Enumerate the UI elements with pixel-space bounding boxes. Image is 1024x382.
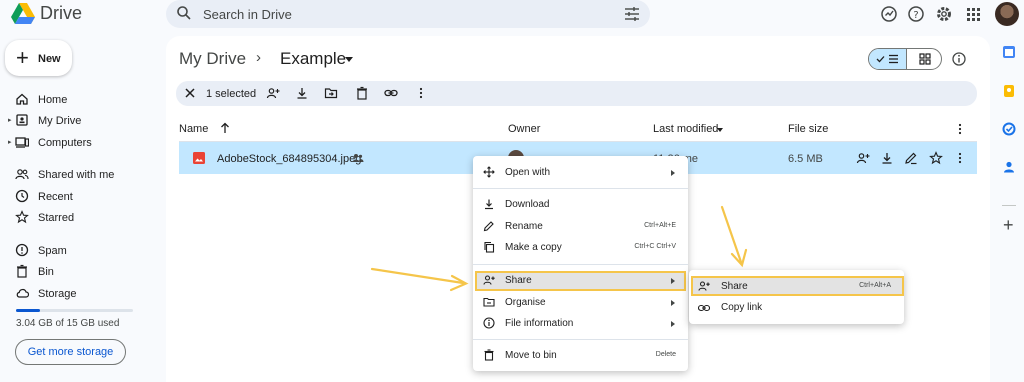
- contacts-app-icon[interactable]: [1002, 160, 1016, 174]
- annotation-arrow-line: [370, 267, 465, 285]
- calendar-app-icon[interactable]: [1002, 45, 1016, 59]
- add-addon-plus-icon[interactable]: +: [1003, 216, 1014, 234]
- rail-divider: [1002, 205, 1016, 206]
- keep-app-icon[interactable]: [1002, 84, 1016, 98]
- annotation-arrows: [370, 205, 748, 292]
- tasks-app-icon[interactable]: [1002, 122, 1016, 136]
